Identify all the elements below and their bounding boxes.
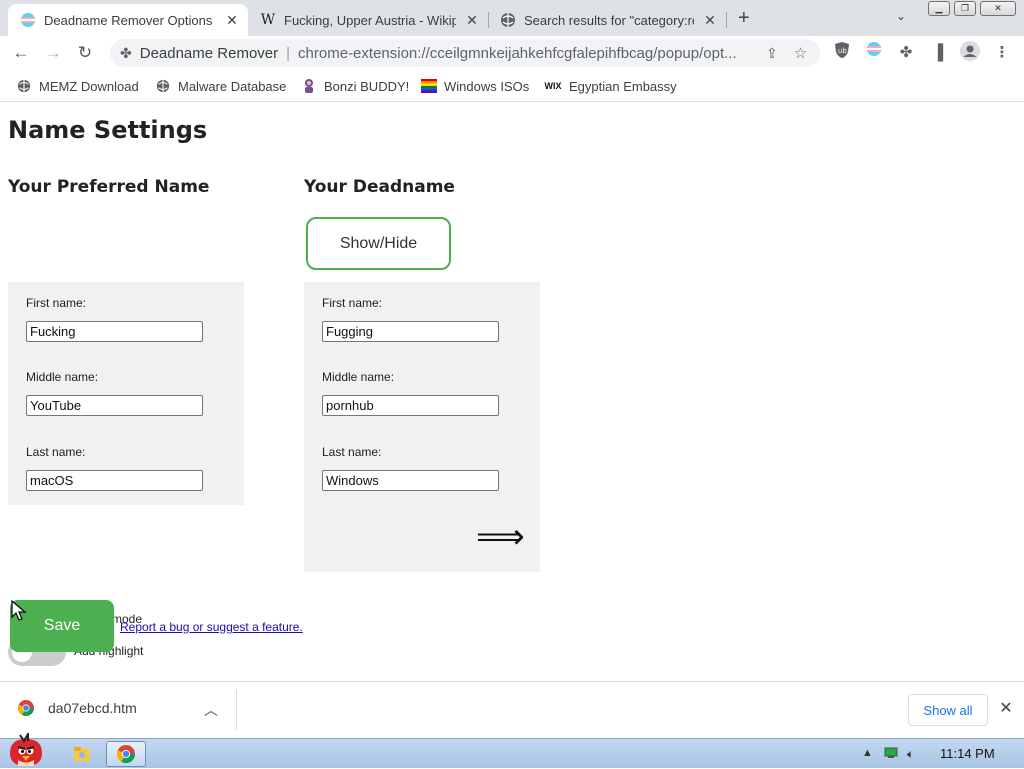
volume-icon[interactable]: 🔈︎ [907,747,914,762]
svg-text:ub: ub [838,47,847,55]
tab-wikipedia[interactable]: W Fucking, Upper Austria - Wikip ✕ [248,4,488,36]
puzzle-icon: ✤ [120,44,132,61]
menu-kebab-icon[interactable]: ⋮ [990,41,1014,65]
wikipedia-icon: W [260,12,276,28]
preferred-first-name-input[interactable] [26,321,203,342]
arrow-right-icon[interactable]: ⟹ [476,517,525,557]
globe-icon [16,78,32,94]
address-bar[interactable]: ✤ Deadname Remover | chrome-extension://… [110,39,820,67]
downloads-bar: da07ebcd.htm ︿ Show all ✕ [0,681,1024,738]
transgender-flag-icon [20,12,36,28]
last-name-label: Last name: [26,445,86,459]
tab-title: Deadname Remover Options [44,12,213,28]
omnibox-url: chrome-extension://cceilgmnkeijahkehfcgf… [298,44,737,62]
network-icon[interactable] [884,747,898,762]
page-title: Name Settings [8,116,208,144]
chrome-icon [18,700,34,716]
deadname-first-name-input[interactable] [322,321,499,342]
last-name-label: Last name: [322,445,382,459]
bookmark-windows-isos[interactable]: Windows ISOs [421,76,529,96]
share-icon[interactable]: ⇪ [766,45,778,62]
deadname-heading: Your Deadname [304,177,455,197]
reload-icon[interactable]: ↻ [72,40,98,66]
windows-taskbar: ▲ 🔈︎ 11:14 PM [0,733,1024,768]
tray-expand-icon[interactable]: ▲ [862,747,873,759]
tab-title: Search results for "category:re [524,12,694,28]
minimize-window-icon[interactable]: ▁ [928,1,950,16]
bookmark-egyptian-embassy[interactable]: WIX Egyptian Embassy [544,76,677,96]
close-icon[interactable]: ✕ [464,12,480,29]
bookmark-star-icon[interactable]: ☆ [794,44,807,62]
chevron-up-icon[interactable]: ︿ [204,700,218,720]
bookmark-bonzi-buddy[interactable]: Bonzi BUDDY! [301,76,409,96]
report-bug-link[interactable]: Report a bug or suggest a feature. [120,620,303,634]
rainbow-flag-icon [421,78,437,94]
tab-strip: Deadname Remover Options ✕ W Fucking, Up… [0,0,1024,36]
bookmark-memz[interactable]: MEMZ Download [16,76,139,96]
browser-toolbar: ← → ↻ ✤ Deadname Remover | chrome-extens… [0,36,1024,70]
options-page: Name Settings Your Preferred Name Your D… [0,103,1024,681]
preferred-name-panel: First name: Middle name: Last name: [8,282,244,505]
bookmarks-bar: MEMZ Download Malware Database Bonzi BUD… [0,70,1024,102]
bookmark-label: Egyptian Embassy [569,78,677,94]
deadname-middle-name-input[interactable] [322,395,499,416]
extensions-puzzle-icon[interactable]: ✤ [894,41,918,65]
chrome-icon [117,745,135,763]
download-filename: da07ebcd.htm [48,700,137,716]
start-button-angry-bird-icon[interactable] [0,731,52,769]
tab-deadname-remover[interactable]: Deadname Remover Options ✕ [8,4,248,36]
back-icon[interactable]: ← [8,40,34,66]
profile-avatar-icon[interactable] [958,41,982,65]
omnibox-extension-name: Deadname Remover [139,44,279,62]
downloads-divider [236,690,237,730]
preferred-name-heading: Your Preferred Name [8,177,210,197]
taskbar-chrome-app[interactable] [106,741,146,767]
close-window-icon[interactable]: ✕ [980,1,1016,16]
first-name-label: First name: [322,296,383,310]
tab-divider [726,12,727,28]
show-hide-button[interactable]: Show/Hide [306,217,451,270]
middle-name-label: Middle name: [26,370,99,384]
taskbar-explorer-icon[interactable] [62,741,102,767]
tab-title: Fucking, Upper Austria - Wikip [284,12,456,28]
restore-window-icon[interactable]: ❐ [954,1,976,16]
close-icon[interactable]: ✕ [996,698,1016,718]
close-icon[interactable]: ✕ [702,12,718,29]
bookmark-label: Bonzi BUDDY! [324,78,410,94]
mouse-cursor-icon [11,600,27,621]
side-panel-icon[interactable]: ▐ [926,41,950,65]
globe-icon [155,78,171,94]
download-item[interactable]: da07ebcd.htm [18,700,137,716]
close-icon[interactable]: ✕ [224,12,240,29]
middle-name-label: Middle name: [322,370,395,384]
globe-icon [500,12,516,28]
preferred-middle-name-input[interactable] [26,395,203,416]
omnibox-divider: | [286,44,291,62]
bookmark-label: Windows ISOs [444,78,530,94]
forward-icon[interactable]: → [40,40,66,66]
transgender-flag-icon[interactable] [862,41,886,65]
bookmark-label: Malware Database [178,78,287,94]
bookmark-malware-database[interactable]: Malware Database [155,76,286,96]
chevron-down-icon[interactable]: ⌄ [896,9,906,23]
taskbar-clock[interactable]: 11:14 PM [940,746,995,761]
first-name-label: First name: [26,296,87,310]
deadname-last-name-input[interactable] [322,470,499,491]
new-tab-icon[interactable]: + [738,7,750,30]
preferred-last-name-input[interactable] [26,470,203,491]
ublock-icon[interactable]: ub [830,41,854,65]
bonzi-icon [301,78,317,94]
show-all-button[interactable]: Show all [908,694,988,726]
wix-icon: WIX [544,81,562,91]
tab-search-results[interactable]: Search results for "category:re ✕ [488,4,726,36]
bookmark-label: MEMZ Download [39,78,139,94]
